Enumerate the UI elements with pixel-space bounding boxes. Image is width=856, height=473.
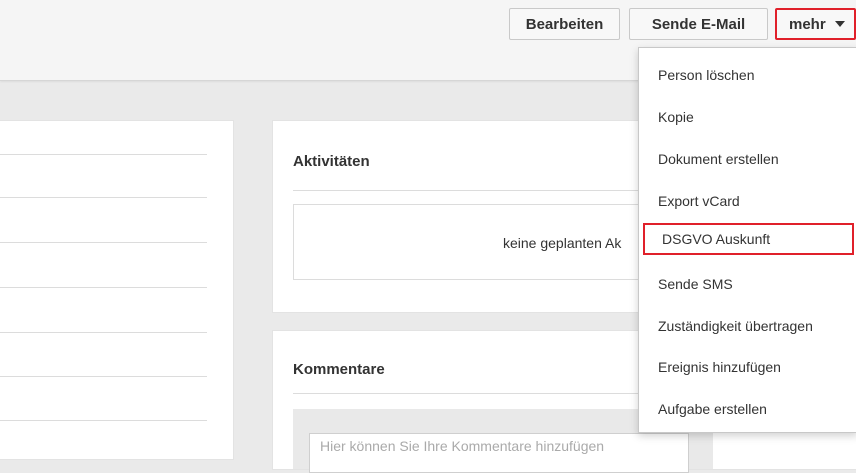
menu-item-label: Dokument erstellen bbox=[658, 151, 779, 167]
divider bbox=[0, 242, 207, 243]
send-email-button[interactable]: Sende E-Mail bbox=[629, 8, 768, 40]
divider bbox=[0, 287, 207, 288]
left-details-panel bbox=[0, 120, 234, 460]
activities-title: Aktivitäten bbox=[293, 153, 370, 170]
divider bbox=[0, 154, 207, 155]
menu-item-label: Export vCard bbox=[658, 193, 740, 209]
menu-item-create-document[interactable]: Dokument erstellen bbox=[639, 143, 856, 175]
more-button[interactable]: mehr bbox=[775, 8, 856, 40]
activities-empty-text: keine geplanten Ak bbox=[503, 235, 622, 251]
menu-item-label: Sende SMS bbox=[658, 276, 733, 292]
comment-input[interactable] bbox=[309, 433, 689, 473]
more-button-label: mehr bbox=[789, 15, 826, 33]
menu-item-add-event[interactable]: Ereignis hinzufügen bbox=[639, 351, 856, 383]
comments-title: Kommentare bbox=[293, 361, 385, 378]
menu-item-create-task[interactable]: Aufgabe erstellen bbox=[639, 393, 856, 425]
menu-item-label: Ereignis hinzufügen bbox=[658, 359, 781, 375]
divider bbox=[0, 376, 207, 377]
send-email-button-label: Sende E-Mail bbox=[651, 15, 746, 33]
caret-down-icon bbox=[834, 21, 845, 27]
menu-item-delete-person[interactable]: Person löschen bbox=[639, 59, 856, 91]
divider bbox=[0, 332, 207, 333]
edit-button[interactable]: Bearbeiten bbox=[509, 8, 620, 40]
more-dropdown-menu: Person löschen Kopie Dokument erstellen … bbox=[638, 47, 856, 433]
menu-item-export-vcard[interactable]: Export vCard bbox=[639, 185, 856, 217]
menu-item-label: Person löschen bbox=[658, 67, 755, 83]
edit-button-label: Bearbeiten bbox=[525, 15, 604, 33]
divider bbox=[0, 420, 207, 421]
menu-item-label: DSGVO Auskunft bbox=[662, 231, 771, 247]
divider bbox=[0, 197, 207, 198]
menu-item-copy[interactable]: Kopie bbox=[639, 101, 856, 133]
menu-item-gdpr-request[interactable]: DSGVO Auskunft bbox=[643, 223, 854, 255]
menu-item-label: Aufgabe erstellen bbox=[658, 401, 767, 417]
menu-item-send-sms[interactable]: Sende SMS bbox=[639, 268, 856, 300]
menu-item-transfer-responsibility[interactable]: Zuständigkeit übertragen bbox=[639, 310, 856, 342]
menu-item-label: Zuständigkeit übertragen bbox=[658, 318, 813, 334]
menu-item-label: Kopie bbox=[658, 109, 694, 125]
